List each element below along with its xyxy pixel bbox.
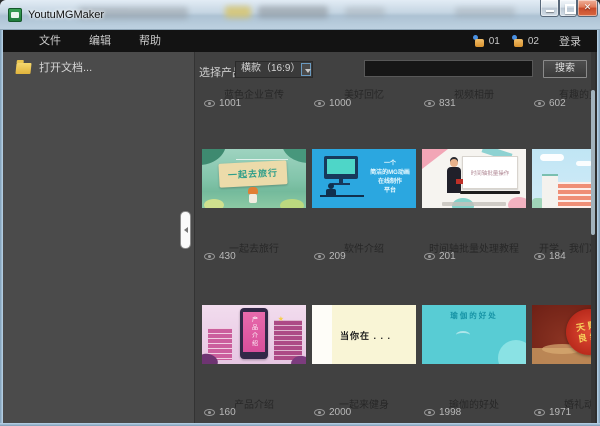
- open-document-label: 打开文档...: [39, 59, 92, 75]
- template-card[interactable]: 一起去旅行 一起去旅行 430: [202, 149, 306, 265]
- thumb-sign-text: 一起去旅行: [218, 160, 287, 188]
- thumb-whiteboard: 时间轴批量操作: [462, 156, 518, 189]
- thumb-text: 一个 简洁的MG动画 在线制作 平台: [368, 160, 412, 196]
- collapse-arrow-icon: [184, 227, 188, 233]
- view-count: 184: [534, 251, 566, 262]
- star-icon: [278, 308, 284, 326]
- template-card[interactable]: 天赐良缘 婚礼动画 1971: [532, 305, 591, 421]
- sidebar-collapse-handle[interactable]: [180, 211, 191, 249]
- open-document-button[interactable]: 打开文档...: [16, 59, 92, 75]
- status-account-1[interactable]: 01: [473, 35, 500, 47]
- template-thumbnail-school[interactable]: 开学, 我们…: [532, 149, 591, 208]
- view-count: 2000: [314, 407, 351, 418]
- minimize-button[interactable]: [540, 0, 559, 17]
- template-thumbnail-wedding[interactable]: 天赐良缘: [532, 305, 591, 364]
- template-thumbnail-yoga[interactable]: 瑜伽的好处: [422, 305, 526, 364]
- view-count: 209: [314, 251, 346, 262]
- eye-icon: [534, 100, 545, 107]
- glass-blur-artifact: [345, 7, 385, 17]
- eye-icon: [424, 409, 435, 416]
- status-account-2[interactable]: 02: [512, 35, 539, 47]
- close-button[interactable]: [577, 0, 598, 17]
- thumb-phone-screen: 产品介绍: [243, 312, 265, 352]
- view-count: 1998: [424, 407, 461, 418]
- thumb-text: 瑜伽的好处: [422, 310, 526, 321]
- template-card[interactable]: 产品介绍 产品介绍 160: [202, 305, 306, 421]
- template-card[interactable]: 开学, 我们… 开学，我们准备好了 184: [532, 149, 591, 265]
- glass-blur-artifact: [455, 7, 515, 17]
- product-select-dropdown[interactable]: 横款（16:9）: [235, 61, 313, 78]
- eye-icon: [314, 409, 325, 416]
- template-thumbnail-product[interactable]: 产品介绍: [202, 305, 306, 364]
- template-card[interactable]: 时间轴批量操作 时间轴批量处理教程 201: [422, 149, 526, 265]
- view-count: 831: [424, 98, 456, 109]
- search-button[interactable]: 搜索: [543, 60, 587, 78]
- status-account-2-label: 02: [528, 36, 539, 47]
- template-thumbnail-timeline[interactable]: 时间轴批量操作: [422, 149, 526, 208]
- menu-help[interactable]: 帮助: [125, 30, 175, 52]
- window-title: YoutuMGMaker: [28, 9, 104, 21]
- template-thumbnail-software[interactable]: 一个 简洁的MG动画 在线制作 平台: [312, 149, 416, 208]
- qq-icon: [512, 35, 524, 47]
- eye-icon: [204, 409, 215, 416]
- title-bar[interactable]: YoutuMGMaker: [0, 0, 600, 30]
- template-card[interactable]: 瑜伽的好处 瑜伽的好处 1998: [422, 305, 526, 421]
- view-count: 1000: [314, 98, 351, 109]
- template-card[interactable]: 当你在 . . . 一起来健身 2000: [312, 305, 416, 421]
- search-input[interactable]: [364, 60, 533, 77]
- eye-icon: [204, 100, 215, 107]
- menubar-right: 01 02 登录: [461, 33, 597, 49]
- view-count: 1001: [204, 98, 241, 109]
- glass-blur-artifact: [225, 6, 251, 18]
- menu-bar: 文件 编辑 帮助 01 02 登录: [3, 30, 597, 52]
- eye-icon: [314, 100, 325, 107]
- eye-icon: [424, 100, 435, 107]
- template-gallery: 选择产品: 横款（16:9） 搜索 蓝色企业宣传 1001 美好回忆 1000 …: [195, 52, 591, 423]
- view-count: 160: [204, 407, 236, 418]
- template-thumbnail-fitness[interactable]: 当你在 . . .: [312, 305, 416, 364]
- qq-icon: [473, 35, 485, 47]
- eye-icon: [424, 253, 435, 260]
- template-card[interactable]: 一个 简洁的MG动画 在线制作 平台 软件介绍 209: [312, 149, 416, 265]
- window-border: [0, 30, 3, 426]
- eye-icon: [534, 409, 545, 416]
- folder-icon: [15, 63, 31, 74]
- login-button[interactable]: 登录: [559, 33, 581, 49]
- sidebar: 打开文档...: [3, 52, 194, 423]
- eye-icon: [534, 253, 545, 260]
- app-window: YoutuMGMaker 文件 编辑 帮助 01 02 登录 打开文档...: [0, 0, 600, 426]
- menu-edit[interactable]: 编辑: [75, 30, 125, 52]
- menu-file[interactable]: 文件: [25, 30, 75, 52]
- glass-blur-artifact: [258, 6, 328, 18]
- dropdown-arrow-icon[interactable]: [301, 63, 311, 76]
- view-count: 1971: [534, 407, 571, 418]
- maximize-button[interactable]: [559, 0, 577, 17]
- thumb-text: 当你在 . . .: [340, 329, 391, 342]
- status-account-1-label: 01: [489, 36, 500, 47]
- eye-icon: [314, 253, 325, 260]
- view-count: 201: [424, 251, 456, 262]
- template-thumbnail-travel[interactable]: 一起去旅行: [202, 149, 306, 208]
- eye-icon: [204, 253, 215, 260]
- product-select-value: 横款（16:9）: [236, 62, 300, 77]
- view-count: 602: [534, 98, 566, 109]
- app-icon: [8, 8, 22, 22]
- view-count: 430: [204, 251, 236, 262]
